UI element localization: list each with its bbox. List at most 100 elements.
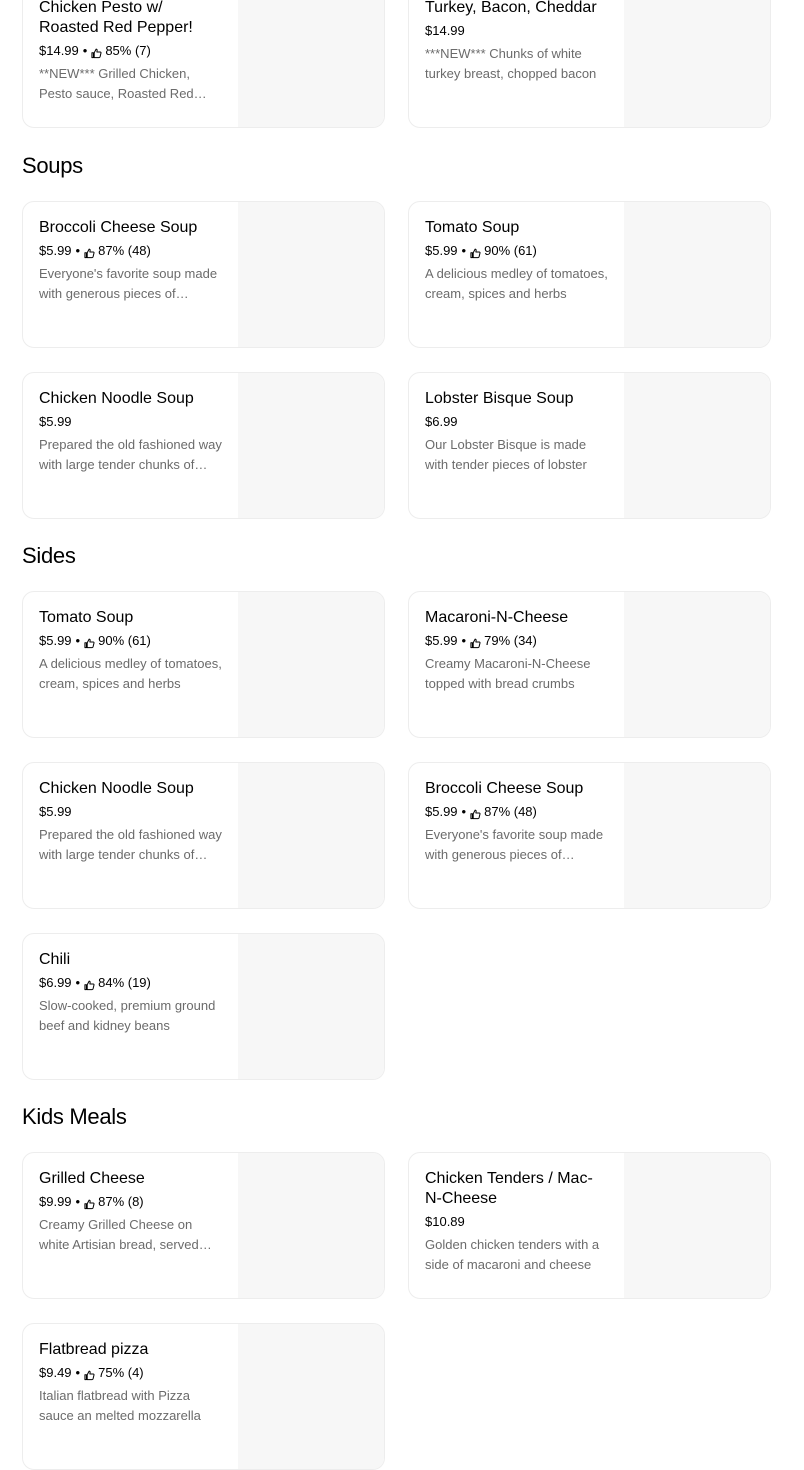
menu-item-card[interactable]: Chicken Noodle Soup $5.99 Prepared the old… (22, 762, 385, 909)
menu-item-image (238, 934, 384, 1079)
menu-item-name: Turkey, Bacon, Cheddar (425, 0, 597, 16)
menu-item-description: Slow-cooked, premium ground beef and kid… (39, 998, 216, 1033)
menu-item-price: $5.99 (39, 243, 72, 258)
menu-item-card[interactable]: Chicken Pesto w/ Roasted Red Pepper! $14.… (22, 0, 385, 128)
separator-dot: • (461, 804, 467, 819)
menu-item-info: Macaroni-N-Cheese $5.99 • 79% (34) Creamy Ma… (425, 608, 609, 694)
menu-item-description: Golden chicken tenders with a side of ma… (425, 1237, 600, 1272)
menu-item-rating: 75% (4) (98, 1365, 144, 1380)
menu-item-meta: $5.99 • 87% (48) (39, 242, 223, 260)
thumbs-up-icon (84, 978, 95, 990)
menu-item-image (624, 373, 770, 518)
menu-item-description: **NEW*** Grilled Chicken, Pesto sauce, R… (39, 66, 194, 101)
menu-item-info: Chicken Noodle Soup $5.99 Prepared the old… (39, 389, 223, 475)
menu-item-name: Flatbread pizza (39, 1341, 149, 1358)
menu-item-name: Tomato Soup (425, 219, 520, 236)
menu-item-description: Prepared the old fashioned way with larg… (39, 437, 222, 472)
menu-item-meta: $9.99 • 87% (8) (39, 1193, 223, 1211)
menu-item-info: Flatbread pizza $9.49 • 75% (4) Italian flat… (39, 1340, 223, 1426)
menu-item-info: Chicken Noodle Soup $5.99 Prepared the old… (39, 779, 223, 865)
menu-item-image (624, 0, 770, 127)
menu-item-description: Prepared the old fashioned way with larg… (39, 827, 222, 862)
menu-item-card[interactable]: Turkey, Bacon, Cheddar $14.99 ***NEW*** Ch… (408, 0, 771, 128)
menu-item-description: Creamy Grilled Cheese on white Artisian … (39, 1217, 199, 1252)
menu-item-card[interactable]: Lobster Bisque Soup $6.99 Our Lobster Bisq… (408, 372, 771, 519)
menu-item-card[interactable]: Flatbread pizza $9.49 • 75% (4) Italian flat… (22, 1323, 385, 1470)
menu-item-info: Tomato Soup $5.99 • 90% (61) A delicious med… (39, 608, 223, 694)
menu-item-card[interactable]: Tomato Soup $5.99 • 90% (61) A delicious med… (22, 591, 385, 738)
menu-item-card[interactable]: Macaroni-N-Cheese $5.99 • 79% (34) Creamy Ma… (408, 591, 771, 738)
menu-item-card[interactable]: Chicken Tenders / Mac-N-Cheese $10.89 Gold… (408, 1152, 771, 1299)
menu-item-card[interactable]: Tomato Soup $5.99 • 90% (61) A delicious med… (408, 201, 771, 348)
menu-item-meta: $5.99 (39, 803, 223, 821)
menu-item-card[interactable]: Broccoli Cheese Soup $5.99 • 87% (48) Everyo… (22, 201, 385, 348)
menu-item-card[interactable]: Grilled Cheese $9.99 • 87% (8) Creamy Grille… (22, 1152, 385, 1299)
menu-item-name: Macaroni-N-Cheese (425, 609, 569, 626)
menu-item-image (238, 373, 384, 518)
menu-item-price: $5.99 (425, 804, 458, 819)
menu-item-info: Turkey, Bacon, Cheddar $14.99 ***NEW*** Ch… (425, 0, 609, 84)
thumbs-up-icon (84, 1197, 95, 1209)
separator-dot: • (461, 633, 467, 648)
menu-item-name: Chicken Noodle Soup (39, 390, 194, 407)
menu-item-image (238, 1324, 384, 1469)
menu-item-name: Chili (39, 951, 71, 968)
menu-item-description: ***NEW*** Chunks of white turkey breast,… (425, 46, 597, 81)
menu-item-image (624, 1153, 770, 1298)
section-title: Sides (22, 543, 76, 568)
menu-item-price: $9.99 (39, 1194, 72, 1209)
menu-item-card[interactable]: Chili $6.99 • 84% (19) Slow-cooked, premium … (22, 933, 385, 1080)
menu-item-image (238, 1153, 384, 1298)
menu-item-description: Our Lobster Bisque is made with tender p… (425, 437, 587, 472)
menu-item-description: A delicious medley of tomatoes, cream, s… (425, 266, 608, 301)
menu-item-name: Tomato Soup (39, 609, 134, 626)
menu-page: Chicken Pesto w/ Roasted Red Pepper! $14.… (0, 0, 804, 1470)
menu-item-price: $5.99 (39, 804, 72, 819)
thumbs-up-icon (84, 1368, 95, 1380)
menu-item-rating: 90% (61) (484, 243, 537, 258)
menu-item-meta: $6.99 (425, 413, 609, 431)
menu-item-image (238, 202, 384, 347)
menu-item-name: Broccoli Cheese Soup (39, 219, 198, 236)
menu-item-info: Chili $6.99 • 84% (19) Slow-cooked, premium … (39, 950, 223, 1036)
menu-item-image (624, 202, 770, 347)
menu-item-price: $5.99 (39, 633, 72, 648)
menu-item-meta: $14.99 (425, 22, 609, 40)
menu-item-meta: $5.99 • 79% (34) (425, 632, 609, 650)
thumbs-up-icon (470, 246, 481, 258)
thumbs-up-icon (84, 246, 95, 258)
menu-item-image (238, 763, 384, 908)
menu-item-image (238, 0, 384, 127)
menu-item-rating: 87% (48) (98, 243, 151, 258)
separator-dot: • (75, 243, 81, 258)
menu-item-name: Grilled Cheese (39, 1170, 145, 1187)
menu-item-name: Lobster Bisque Soup (425, 390, 574, 407)
separator-dot: • (75, 633, 81, 648)
menu-item-description: Creamy Macaroni-N-Cheese topped with bre… (425, 656, 591, 691)
menu-item-card[interactable]: Chicken Noodle Soup $5.99 Prepared the old… (22, 372, 385, 519)
menu-item-rating: 87% (48) (484, 804, 537, 819)
menu-item-meta: $5.99 • 90% (61) (425, 242, 609, 260)
menu-item-price: $6.99 (425, 414, 458, 429)
menu-item-rating: 79% (34) (484, 633, 537, 648)
menu-item-price: $5.99 (425, 243, 458, 258)
menu-item-card[interactable]: Broccoli Cheese Soup $5.99 • 87% (48) Everyo… (408, 762, 771, 909)
menu-item-rating: 84% (19) (98, 975, 151, 990)
menu-item-info: Chicken Tenders / Mac-N-Cheese $10.89 Gold… (425, 1169, 609, 1275)
thumbs-up-icon (84, 636, 95, 648)
thumbs-up-icon (91, 46, 102, 58)
menu-item-description: Everyone's favorite soup made with gener… (425, 827, 604, 862)
section-title: Soups (22, 153, 83, 178)
menu-item-meta: $9.49 • 75% (4) (39, 1364, 223, 1382)
menu-item-rating: 90% (61) (98, 633, 151, 648)
menu-item-info: Grilled Cheese $9.99 • 87% (8) Creamy Grille… (39, 1169, 223, 1255)
menu-item-image (624, 763, 770, 908)
thumbs-up-icon (470, 807, 481, 819)
menu-item-image (624, 592, 770, 737)
menu-item-rating: 87% (8) (98, 1194, 144, 1209)
menu-item-price: $9.49 (39, 1365, 72, 1380)
menu-item-rating: 85% (7) (105, 43, 151, 58)
menu-item-price: $14.99 (425, 23, 465, 38)
menu-item-meta: $6.99 • 84% (19) (39, 974, 223, 992)
separator-dot: • (82, 43, 88, 58)
